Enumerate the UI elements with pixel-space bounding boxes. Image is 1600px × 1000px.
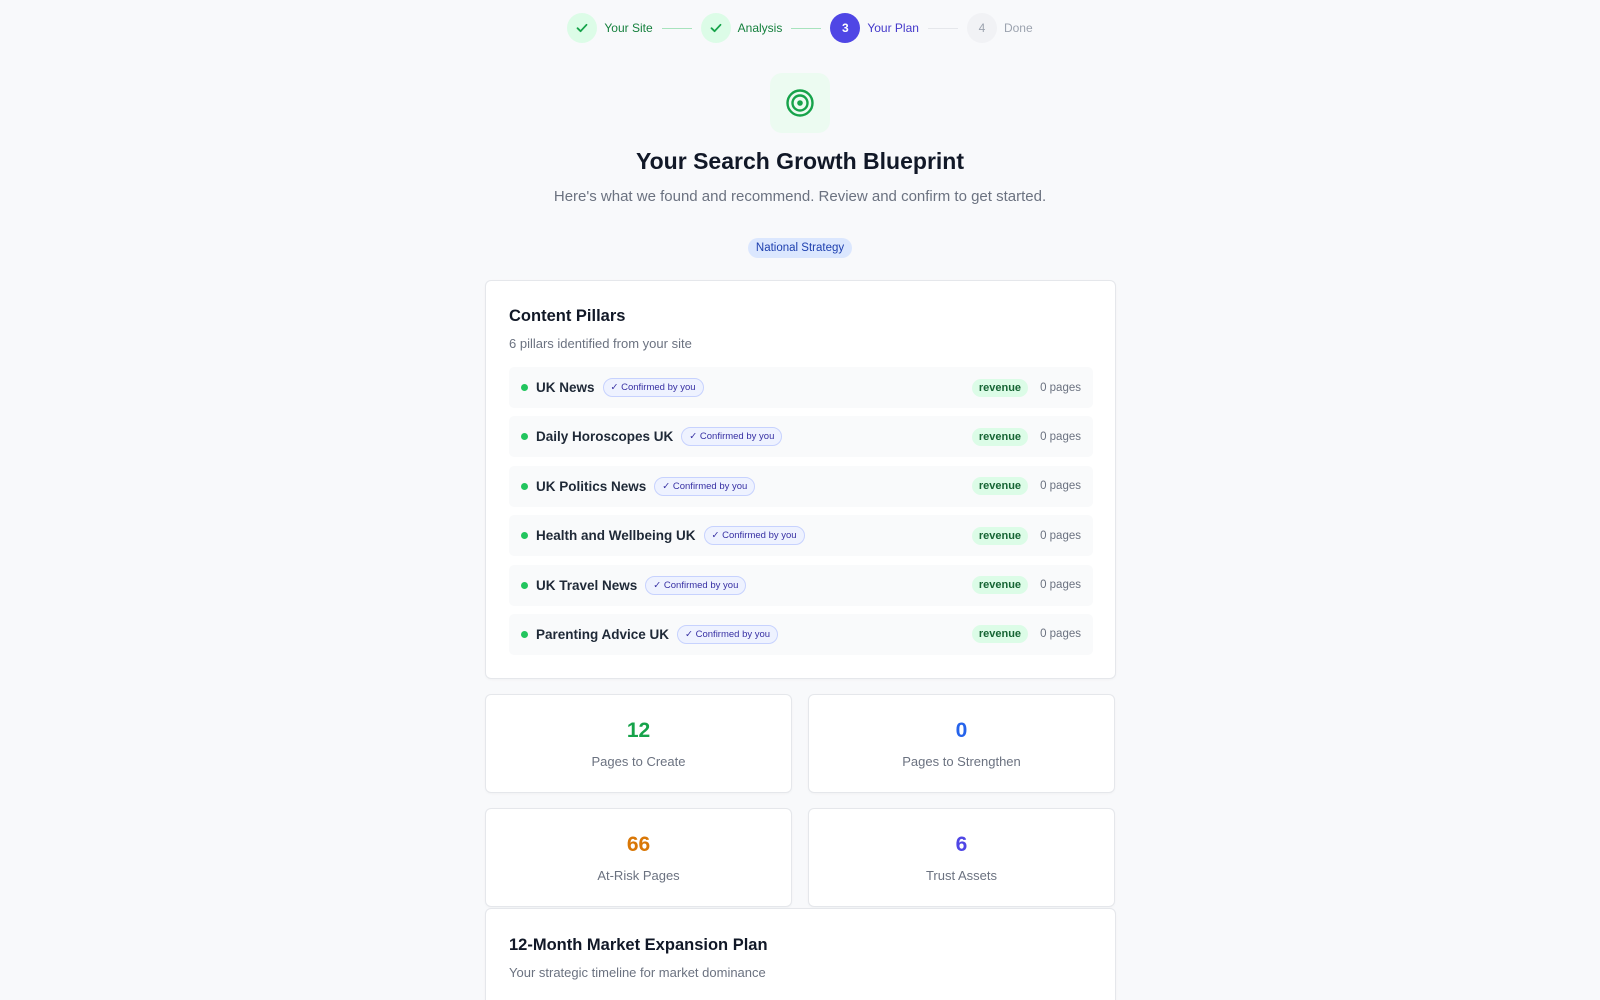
pillar-list: UK News ✓ Confirmed by you revenue 0 pag… <box>509 367 1093 663</box>
pages-count: 0 pages <box>1040 529 1081 542</box>
progress-stepper: Your Site Analysis 3 Your Plan 4 Done <box>0 13 1600 43</box>
pillar-row[interactable]: Parenting Advice UK ✓ Confirmed by you r… <box>509 613 1093 655</box>
status-dot <box>521 581 528 589</box>
revenue-badge: revenue <box>971 378 1029 397</box>
stat-value: 12 <box>626 719 651 742</box>
check-icon <box>700 13 731 43</box>
pillar-name: Parenting Advice UK <box>536 626 670 642</box>
stat-value: 0 <box>955 719 968 742</box>
pillar-name: UK Travel News <box>536 577 638 593</box>
confirmed-badge: ✓ Confirmed by you <box>602 378 704 397</box>
stat-card-trust-assets: 6 Trust Assets <box>808 808 1115 907</box>
target-icon <box>770 73 830 133</box>
step-label: Your Plan <box>867 21 919 35</box>
confirmed-badge: ✓ Confirmed by you <box>654 476 756 496</box>
pillar-row[interactable]: UK Politics News ✓ Confirmed by you reve… <box>509 465 1093 507</box>
revenue-badge: revenue <box>971 477 1029 496</box>
step-label: Analysis <box>737 21 783 35</box>
confirmed-badge: ✓ Confirmed by you <box>677 624 779 644</box>
status-dot <box>521 532 528 540</box>
stat-card-pages-to-strengthen: 0 Pages to Strengthen <box>808 694 1115 793</box>
page-title: Your Search Growth Blueprint <box>636 148 964 174</box>
pillar-name: UK News <box>536 380 595 395</box>
step-connector <box>927 27 958 29</box>
step-label: Your Site <box>604 21 653 35</box>
pillar-row[interactable]: Daily Horoscopes UK ✓ Confirmed by you r… <box>509 416 1093 458</box>
step-number: 4 <box>966 13 997 43</box>
step-analysis[interactable]: Analysis <box>700 13 783 43</box>
step-number: 3 <box>830 13 861 43</box>
blueprint-page: Your Site Analysis 3 Your Plan 4 Done Yo… <box>0 0 1600 1000</box>
stat-card-at-risk-pages: 66 At-Risk Pages <box>485 808 792 907</box>
status-dot <box>521 433 528 441</box>
revenue-badge: revenue <box>971 427 1029 446</box>
card-subtitle: 6 pillars identified from your site <box>509 336 692 351</box>
pillar-name: Daily Horoscopes UK <box>536 429 674 445</box>
step-connector <box>791 27 822 29</box>
pillar-name: Health and Wellbeing UK <box>536 528 696 544</box>
confirmed-badge: ✓ Confirmed by you <box>703 526 805 546</box>
status-dot <box>521 482 528 490</box>
step-your-site[interactable]: Your Site <box>567 13 653 43</box>
revenue-badge: revenue <box>971 625 1029 644</box>
pillar-row[interactable]: UK Travel News ✓ Confirmed by you revenu… <box>509 564 1093 606</box>
confirmed-badge: ✓ Confirmed by you <box>681 427 783 447</box>
step-label: Done <box>1003 21 1033 35</box>
status-dot <box>521 630 528 638</box>
step-your-plan[interactable]: 3 Your Plan <box>830 13 919 43</box>
expansion-plan-card: 12-Month Market Expansion Plan Your stra… <box>485 908 1116 1000</box>
card-title: Content Pillars <box>509 307 626 325</box>
content-pillars-card: Content Pillars 6 pillars identified fro… <box>485 280 1116 679</box>
pages-count: 0 pages <box>1040 381 1081 394</box>
stat-value: 66 <box>626 833 651 856</box>
stat-value: 6 <box>955 833 968 856</box>
confirmed-badge: ✓ Confirmed by you <box>645 575 747 595</box>
strategy-badge: National Strategy <box>747 238 853 258</box>
status-dot <box>521 384 528 391</box>
pages-count: 0 pages <box>1040 628 1081 641</box>
step-done[interactable]: 4 Done <box>966 13 1033 43</box>
stat-label: Trust Assets <box>925 868 998 883</box>
pages-count: 0 pages <box>1040 480 1081 493</box>
stat-label: Pages to Strengthen <box>902 754 1021 769</box>
check-icon <box>567 13 598 43</box>
pages-count: 0 pages <box>1040 579 1081 592</box>
revenue-badge: revenue <box>971 526 1029 545</box>
stat-label: At-Risk Pages <box>597 868 680 883</box>
pillar-row[interactable]: Health and Wellbeing UK ✓ Confirmed by y… <box>509 515 1093 557</box>
pages-count: 0 pages <box>1040 430 1081 443</box>
card-subtitle: Your strategic timeline for market domin… <box>509 965 766 980</box>
stat-card-pages-to-create: 12 Pages to Create <box>485 694 792 793</box>
pillar-row[interactable]: UK News ✓ Confirmed by you revenue 0 pag… <box>509 367 1093 408</box>
pillar-name: UK Politics News <box>536 478 647 494</box>
step-connector <box>661 27 692 29</box>
card-title: 12-Month Market Expansion Plan <box>509 936 768 954</box>
revenue-badge: revenue <box>971 576 1029 595</box>
stat-label: Pages to Create <box>591 754 686 769</box>
page-subtitle: Here's what we found and recommend. Revi… <box>553 188 1047 205</box>
